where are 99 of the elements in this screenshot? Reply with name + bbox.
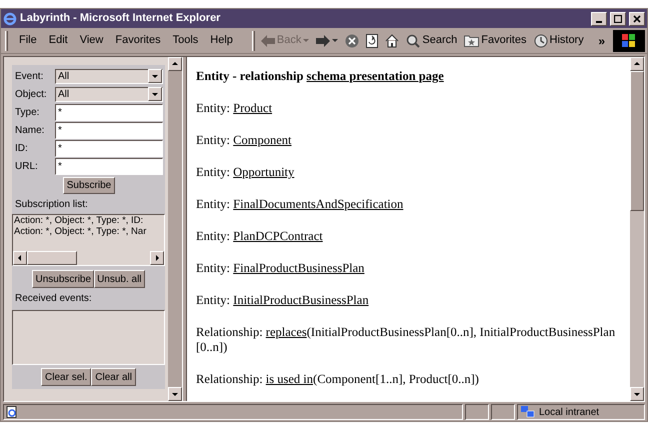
stop-button[interactable]	[345, 34, 360, 48]
triangle-icon	[16, 254, 24, 262]
forward-button[interactable]	[316, 34, 338, 46]
schema-line: Entity: Opportunity	[196, 165, 296, 180]
scroll-up-button[interactable]	[630, 57, 644, 71]
subscription-list[interactable]: Action: *, Object: *, Type: *, ID: Action: *, Object: *, Type: *, Nar	[12, 214, 165, 266]
input-field[interactable]: *	[55, 104, 163, 120]
triangle-icon	[633, 390, 641, 398]
scroll-right-button[interactable]	[150, 251, 164, 265]
folder-star-icon	[464, 34, 480, 47]
field-label: Event:	[15, 70, 44, 84]
status-panel	[465, 404, 489, 420]
list-item[interactable]: Action: *, Object: *, Type: *, Nar	[14, 226, 164, 237]
menu-item[interactable]: Help	[205, 32, 238, 49]
list-action-button[interactable]: Unsubscribe	[32, 270, 94, 288]
schema-link[interactable]: PlanDCPContract	[233, 229, 323, 243]
schema-link[interactable]: Component	[233, 133, 292, 147]
favorites-button[interactable]: Favorites	[464, 32, 526, 49]
field-label: ID:	[15, 142, 29, 156]
schema-line: Entity: Product	[196, 101, 274, 116]
window-title: Labyrinth - Microsoft Internet Explorer	[20, 11, 222, 26]
close-button[interactable]	[629, 12, 645, 26]
forward-arrow-icon	[316, 34, 330, 46]
field-label: URL:	[15, 160, 39, 174]
field-label: Name:	[15, 124, 46, 138]
schema-line: Entity: Component	[196, 133, 292, 148]
schema-link[interactable]: replaces	[266, 325, 307, 339]
events-list[interactable]	[12, 310, 165, 365]
triangle-icon	[151, 90, 159, 98]
triangle-icon	[153, 254, 161, 262]
triangle-icon	[151, 72, 159, 80]
triangle-icon	[171, 60, 179, 68]
triangle-icon	[633, 60, 641, 68]
section-label: Subscription list:	[15, 198, 89, 212]
menu-item[interactable]: Edit	[44, 32, 73, 49]
scroll-down-button[interactable]	[630, 387, 644, 401]
schema-link[interactable]: Product	[233, 101, 272, 115]
refresh-button[interactable]	[366, 34, 378, 48]
maximize-icon	[614, 14, 622, 22]
maximize-button[interactable]	[610, 12, 626, 26]
schema-line: Relationship: replaces(InitialProductBusinessPlan[0..n], InitialProductBusinessPlan [0..n])	[196, 325, 616, 355]
caret-icon	[303, 38, 310, 42]
scroll-down-button[interactable]	[168, 387, 182, 401]
home-button[interactable]	[385, 34, 400, 48]
network-icon	[521, 406, 535, 418]
heading-link[interactable]: schema presentation page	[306, 69, 444, 83]
clear-button[interactable]: Clear sel.	[41, 368, 92, 386]
list-item[interactable]: Action: *, Object: *, Type: *, ID:	[14, 215, 164, 226]
clock-icon	[534, 34, 548, 48]
status-panel	[491, 404, 515, 420]
minimize-button[interactable]	[591, 12, 607, 26]
scrollbar-thumb[interactable]	[630, 71, 644, 211]
scroll-left-button[interactable]	[13, 251, 27, 265]
clear-button[interactable]: Clear all	[91, 368, 136, 386]
zone-label: Local intranet	[539, 406, 600, 420]
input-field[interactable]: *	[55, 122, 163, 138]
scroll-up-button[interactable]	[168, 57, 182, 71]
list-action-button[interactable]: Unsub. all	[94, 270, 145, 288]
menu-item[interactable]: View	[74, 32, 108, 49]
browser-logo-icon	[3, 12, 17, 26]
more-chevron[interactable]: »	[598, 32, 605, 50]
logo-icon	[613, 30, 645, 52]
schema-link[interactable]: FinalDocumentsAndSpecification	[233, 197, 404, 211]
field-label: Type:	[15, 106, 40, 120]
search-button[interactable]: Search	[406, 32, 458, 49]
schema-line: Entity: FinalDocumentsAndSpecification	[196, 197, 404, 212]
page-heading: Entity - relationship schema presentation page	[196, 69, 445, 84]
history-button[interactable]: History	[534, 32, 584, 49]
subscribe-button[interactable]: Subscribe	[62, 177, 116, 194]
schema-link[interactable]: is used in	[266, 372, 314, 386]
caret-icon	[332, 38, 338, 42]
scrollbar[interactable]	[630, 57, 644, 401]
schema-link[interactable]: Opportunity	[233, 165, 294, 179]
dropdown[interactable]: All	[55, 68, 163, 84]
page-icon	[6, 406, 18, 418]
minimize-icon	[596, 20, 602, 22]
menu-item[interactable]: File	[14, 32, 42, 49]
schema-line: Relationship: is used in(Component[1..n], Product[0..n])	[196, 372, 480, 387]
search-icon	[406, 34, 420, 48]
schema-line: Entity: InitialProductBusinessPlan	[196, 293, 370, 308]
schema-link[interactable]: FinalProductBusinessPlan	[233, 261, 364, 275]
scrollbar[interactable]	[168, 57, 182, 401]
dropdown[interactable]: All	[55, 86, 163, 102]
scrollbar-thumb[interactable]	[27, 251, 77, 265]
triangle-icon	[171, 390, 179, 398]
menu-item[interactable]: Tools	[168, 32, 204, 49]
schema-line: Entity: PlanDCPContract	[196, 229, 324, 244]
input-field[interactable]: *	[55, 158, 163, 174]
schema-line: Entity: FinalProductBusinessPlan	[196, 261, 366, 276]
menu-item[interactable]: Favorites	[110, 32, 166, 49]
stop-icon	[345, 34, 360, 48]
refresh-icon	[366, 34, 378, 48]
field-label: Object:	[15, 88, 48, 102]
back-arrow-icon	[260, 34, 275, 46]
close-icon	[633, 14, 641, 22]
schema-link[interactable]: InitialProductBusinessPlan	[233, 293, 369, 307]
input-field[interactable]: *	[55, 140, 163, 156]
home-icon	[385, 34, 400, 48]
section-label: Received events:	[15, 292, 93, 306]
